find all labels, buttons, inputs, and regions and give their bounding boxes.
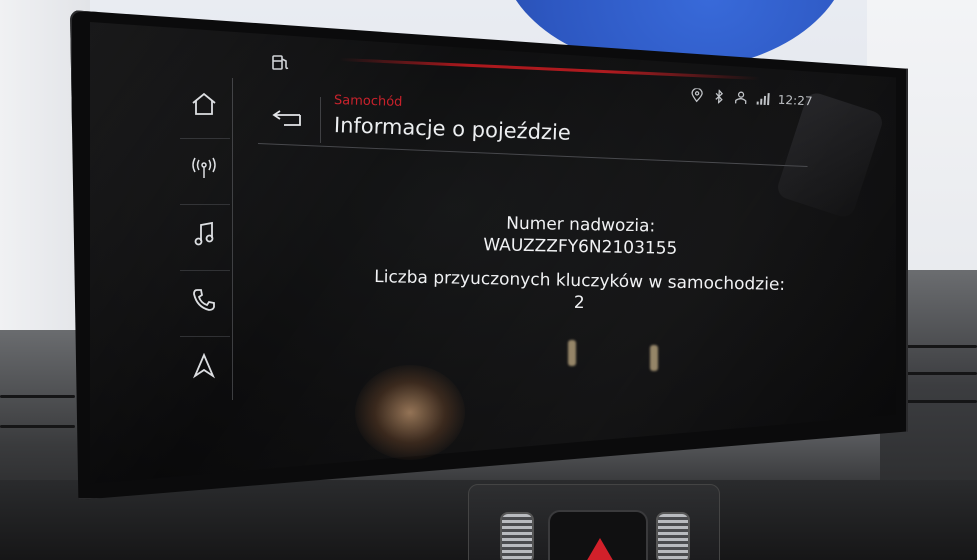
navigation-arrow-icon [192,352,216,383]
right-knurled-switch[interactable] [656,512,690,560]
sidebar-divider [180,204,230,205]
vent-slat [905,345,977,348]
light-reflection [568,340,576,366]
home-icon [190,91,218,121]
sidebar-divider [180,336,230,337]
sidebar [166,72,236,404]
sidebar-item-navigation[interactable] [176,338,232,398]
vehicle-info-panel: Numer nadwozia: WAUZZZFY6N2103155 Liczba… [339,209,821,318]
location-pin-icon [690,88,705,103]
clock-time: 12:27 [777,92,813,109]
signal-strength-icon [756,91,771,106]
sidebar-divider [180,270,230,271]
hazard-triangle-icon [586,538,614,560]
vent-slat [0,425,75,428]
vent-slat [905,400,977,403]
breadcrumb: Samochód [333,93,403,110]
left-knurled-switch[interactable] [500,512,534,560]
vent-slat [905,372,977,375]
vent-slat [0,395,75,398]
sidebar-item-home[interactable] [176,76,232,136]
radio-antenna-icon [188,156,220,184]
sidebar-item-media[interactable] [176,206,232,266]
fuel-pump-icon [270,52,292,74]
user-profile-icon [734,90,749,105]
back-button[interactable] [258,97,321,143]
bluetooth-icon [712,89,727,104]
sidebar-item-radio[interactable] [176,140,232,200]
sidebar-item-phone[interactable] [176,272,232,332]
sidebar-divider [180,138,230,139]
phone-icon [191,287,217,317]
back-arrow-icon [270,107,308,133]
light-reflection [650,345,658,371]
music-note-icon [193,221,215,251]
sidebar-border [232,78,233,400]
